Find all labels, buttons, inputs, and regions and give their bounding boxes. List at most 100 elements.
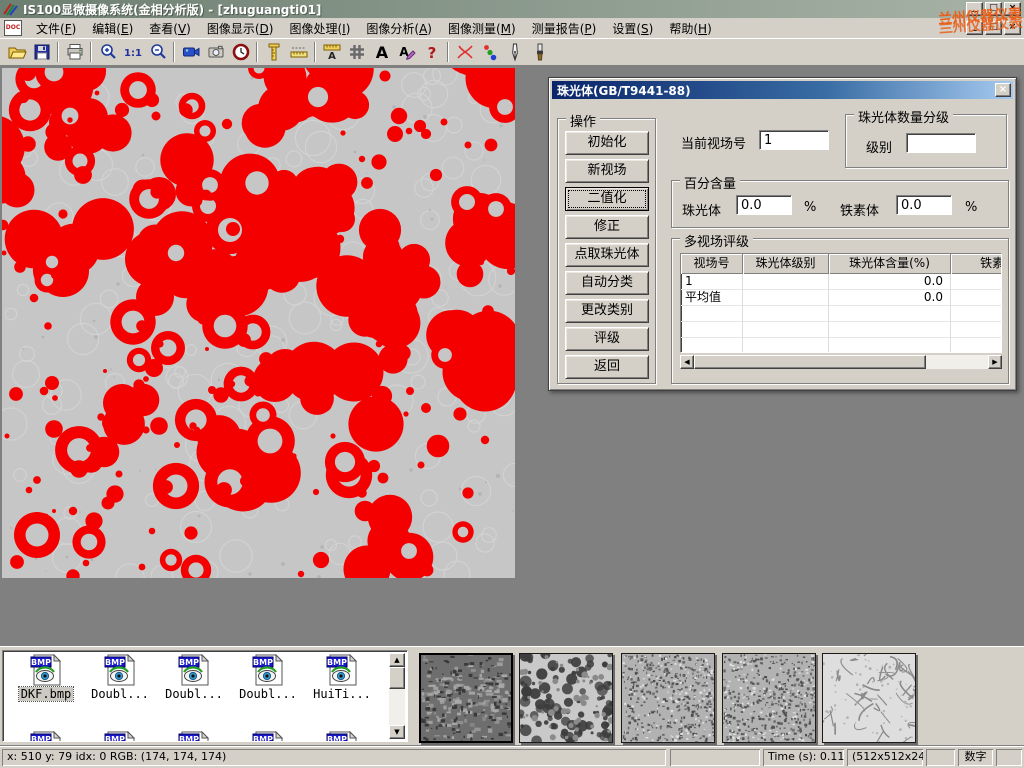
current-field-input[interactable] (759, 130, 829, 150)
correct-button[interactable]: 修正 (565, 215, 649, 239)
clock-icon (231, 42, 251, 62)
auto-classify-button[interactable]: 自动分类 (565, 271, 649, 295)
file-item[interactable]: BMP (157, 731, 231, 742)
toolbar-separator (314, 42, 316, 62)
child-minimize-button[interactable]: _ (966, 21, 983, 35)
horizontal-ruler-button[interactable] (286, 40, 311, 64)
file-item[interactable]: BMP (9, 731, 83, 742)
dialog-close-icon[interactable]: × (995, 83, 1011, 97)
curve-tool-button[interactable] (452, 40, 477, 64)
child-close-button[interactable]: × (1004, 21, 1021, 35)
bmp-file-icon: BMP (103, 731, 137, 742)
table-row[interactable] (681, 306, 1001, 322)
grade-button[interactable]: 评级 (565, 327, 649, 351)
scroll-up-icon[interactable]: ▲ (389, 653, 405, 667)
table-cell (829, 306, 951, 322)
table-cell (743, 322, 829, 338)
new-field-button[interactable]: 新视场 (565, 159, 649, 183)
save-button[interactable] (29, 40, 54, 64)
sample-thumbnail[interactable] (722, 653, 816, 743)
svg-text:A: A (375, 43, 388, 62)
menu-item-help[interactable]: 帮助(H) (661, 18, 719, 39)
pick-pearlite-button[interactable]: 点取珠光体 (565, 243, 649, 267)
file-browser-panel: BMPDKF.bmpBMPDoubl...BMPDoubl...BMPDoubl… (0, 645, 1024, 745)
svg-text:BMP: BMP (105, 735, 125, 742)
pearlite-dialog: 珠光体(GB/T9441-88) × 操作 初始化新视场二值化修正点取珠光体自动… (548, 77, 1017, 391)
scroll-down-icon[interactable]: ▼ (389, 725, 405, 739)
zoom-out-button[interactable] (145, 40, 170, 64)
sample-thumbnail[interactable] (419, 653, 513, 743)
table-row[interactable]: 平均值0.0 (681, 290, 1001, 306)
menu-items: 文件(F)编辑(E)查看(V)图像显示(D)图像处理(I)图像分析(A)图像测量… (28, 18, 720, 39)
grade-table[interactable]: 视场号珠光体级别珠光体含量(%)铁素体含量(%)10.0平均值0.0 (680, 253, 1002, 353)
menu-item-image-analysis[interactable]: 图像分析(A) (358, 18, 440, 39)
menu-item-view[interactable]: 查看(V) (141, 18, 199, 39)
menu-item-measure-report[interactable]: 测量报告(P) (524, 18, 605, 39)
sample-thumbnail[interactable] (621, 653, 715, 743)
camera-button[interactable] (203, 40, 228, 64)
file-list-scrollbar[interactable]: ▲ ▼ (389, 653, 405, 739)
zoom-in-button[interactable] (95, 40, 120, 64)
sample-thumbnail[interactable] (519, 653, 613, 743)
table-cell (951, 274, 1002, 290)
menu-item-image-process[interactable]: 图像处理(I) (281, 18, 358, 39)
help-button[interactable]: ? (419, 40, 444, 64)
scrollbar-thumb[interactable] (694, 355, 926, 369)
scrollbar-thumb[interactable] (389, 667, 405, 689)
scroll-right-icon[interactable]: ▶ (988, 355, 1002, 369)
open-folder-button[interactable] (4, 40, 29, 64)
file-item[interactable]: BMP (83, 731, 157, 742)
print-button[interactable] (62, 40, 87, 64)
minimize-button[interactable]: _ (966, 2, 983, 16)
sample-thumbnail[interactable] (822, 653, 916, 743)
binarize-button[interactable]: 二值化 (565, 187, 649, 211)
grade-input[interactable] (906, 133, 976, 153)
pearlite-percent-input[interactable] (736, 195, 792, 215)
table-horizontal-scrollbar[interactable]: ◀ ▶ (680, 355, 1002, 369)
file-item[interactable]: BMPDoubl... (157, 654, 231, 701)
file-item[interactable]: BMPDoubl... (231, 654, 305, 701)
file-item[interactable]: BMP (305, 731, 379, 742)
dialog-title-bar[interactable]: 珠光体(GB/T9441-88) × (552, 81, 1013, 99)
menu-item-edit[interactable]: 编辑(E) (84, 18, 141, 39)
menu-item-image-measure[interactable]: 图像测量(M) (440, 18, 524, 39)
return-button[interactable]: 返回 (565, 355, 649, 379)
menu-item-file[interactable]: 文件(F) (28, 18, 84, 39)
file-item[interactable]: BMPHuiTi... (305, 654, 379, 701)
menu-item-settings[interactable]: 设置(S) (604, 18, 661, 39)
initialize-button[interactable]: 初始化 (565, 131, 649, 155)
measure-text-button[interactable]: A (319, 40, 344, 64)
annotate-icon: A (397, 42, 417, 62)
file-item[interactable]: BMPDKF.bmp (9, 654, 83, 701)
grade-label: 级别 (866, 137, 892, 156)
clock-button[interactable] (228, 40, 253, 64)
file-item[interactable]: BMPDoubl... (83, 654, 157, 701)
video-camera-button[interactable] (178, 40, 203, 64)
zoom-1to1-button[interactable]: 1:1 (120, 40, 145, 64)
points-button[interactable] (477, 40, 502, 64)
bmp-file-icon: BMP (103, 654, 137, 686)
table-row[interactable] (681, 322, 1001, 338)
empty-status-panel (996, 749, 1022, 766)
pen-button[interactable] (502, 40, 527, 64)
grid-button[interactable] (344, 40, 369, 64)
brush-button[interactable] (527, 40, 552, 64)
file-item[interactable]: BMP (231, 731, 305, 742)
file-listbox[interactable]: BMPDKF.bmpBMPDoubl...BMPDoubl...BMPDoubl… (2, 650, 408, 742)
micrograph-image[interactable] (2, 68, 515, 578)
close-button[interactable]: × (1004, 2, 1021, 16)
table-header-cell: 珠光体含量(%) (829, 254, 951, 274)
app-logo-icon (3, 2, 19, 16)
scroll-left-icon[interactable]: ◀ (680, 355, 694, 369)
table-row[interactable] (681, 338, 1001, 353)
vertical-caliper-button[interactable] (261, 40, 286, 64)
text-button[interactable]: A (369, 40, 394, 64)
restore-button[interactable]: □ (985, 2, 1002, 16)
annotate-button[interactable]: A (394, 40, 419, 64)
child-restore-button[interactable]: □ (985, 21, 1002, 35)
ferrite-percent-input[interactable] (896, 195, 952, 215)
change-class-button[interactable]: 更改类别 (565, 299, 649, 323)
menu-item-image-display[interactable]: 图像显示(D) (199, 18, 282, 39)
table-row[interactable]: 10.0 (681, 274, 1001, 290)
mdi-work-area: 珠光体(GB/T9441-88) × 操作 初始化新视场二值化修正点取珠光体自动… (0, 66, 1024, 645)
